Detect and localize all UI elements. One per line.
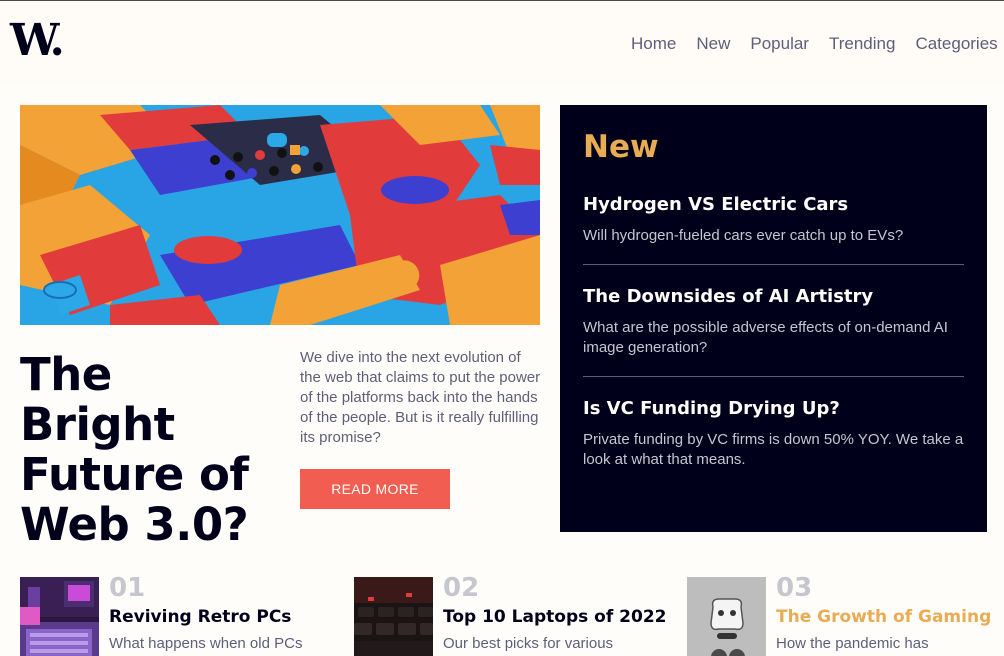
nav-new[interactable]: New [696, 34, 730, 54]
new-article-desc: What are the possible adverse effects of… [583, 319, 948, 356]
hero-image [20, 105, 540, 325]
nav-categories[interactable]: Categories [915, 34, 997, 54]
card-thumbnail[interactable] [687, 577, 766, 656]
nav-popular[interactable]: Popular [750, 34, 809, 54]
card-number: 01 [109, 573, 146, 603]
new-articles-panel: New Hydrogen VS Electric Cars Will hydro… [560, 105, 987, 532]
card-title[interactable]: The Growth of Gaming [776, 607, 991, 627]
new-panel-title: New [583, 129, 659, 165]
card-title[interactable]: Top 10 Laptops of 2022 [443, 607, 666, 627]
laptop-keyboard-image [354, 577, 433, 656]
new-article-item[interactable]: Is VC Funding Drying Up? Private funding… [583, 397, 964, 470]
new-article-title[interactable]: Hydrogen VS Electric Cars [583, 193, 964, 217]
card-description: Our best picks for various [443, 635, 614, 652]
divider [583, 376, 964, 377]
site-header: W. Home New Popular Trending Categories [0, 1, 1004, 85]
new-article-desc: Will hydrogen-fueled cars ever catch up … [583, 227, 904, 244]
card-thumbnail[interactable] [354, 577, 433, 656]
divider [583, 264, 964, 265]
main-nav: Home New Popular Trending Categories [631, 34, 998, 54]
featured-card: 03 The Growth of Gaming How the pandemic… [687, 573, 991, 656]
card-title[interactable]: Reviving Retro PCs [109, 607, 291, 627]
nav-trending[interactable]: Trending [829, 34, 895, 54]
new-article-item[interactable]: The Downsides of AI Artistry What are th… [583, 285, 964, 358]
new-article-title[interactable]: The Downsides of AI Artistry [583, 285, 964, 309]
card-number: 02 [443, 573, 480, 603]
featured-card: 02 Top 10 Laptops of 2022 Our best picks… [354, 573, 666, 656]
card-description: What happens when old PCs [109, 635, 303, 652]
new-article-desc: Private funding by VC firms is down 50% … [583, 431, 964, 468]
card-description: How the pandemic has [776, 635, 929, 652]
new-article-title[interactable]: Is VC Funding Drying Up? [583, 397, 964, 421]
card-number: 03 [776, 573, 813, 603]
nav-home[interactable]: Home [631, 34, 676, 54]
read-more-button[interactable]: READ MORE [300, 469, 450, 509]
retro-pc-image [20, 577, 99, 656]
featured-card: 01 Reviving Retro PCs What happens when … [20, 573, 320, 656]
hero-title: The Bright Future of Web 3.0? [20, 348, 249, 551]
card-thumbnail[interactable] [20, 577, 99, 656]
hero-illustration [20, 105, 540, 325]
site-logo[interactable]: W. [10, 15, 65, 67]
hero-description: We dive into the next evolution of the w… [300, 349, 541, 446]
game-controller-image [687, 577, 766, 656]
new-article-item[interactable]: Hydrogen VS Electric Cars Will hydrogen-… [583, 193, 964, 246]
